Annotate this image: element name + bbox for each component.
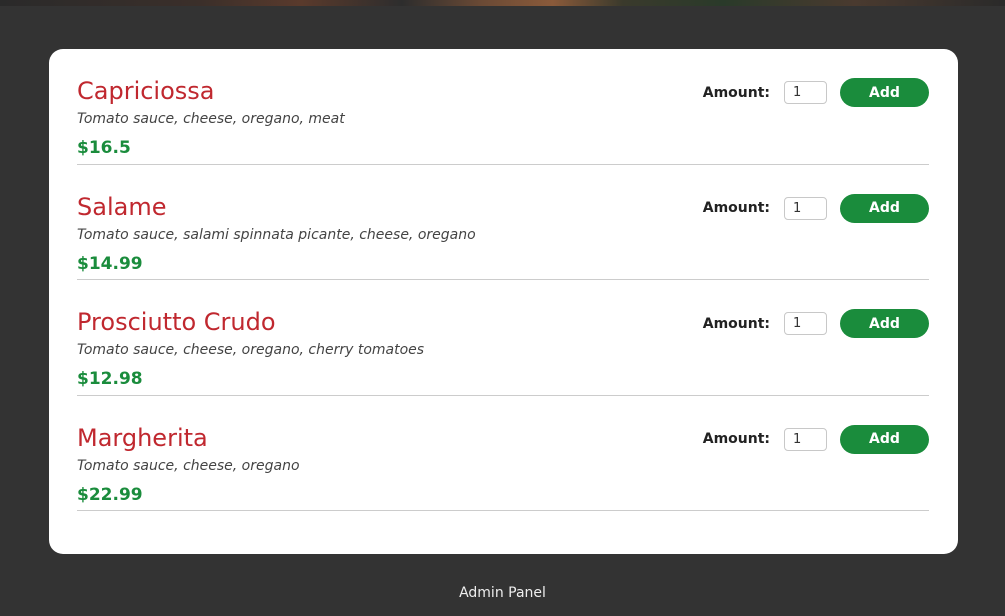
meal-description: Tomato sauce, cheese, oregano <box>77 457 300 474</box>
amount-input[interactable] <box>784 196 827 220</box>
meal-price: $14.99 <box>77 253 143 274</box>
amount-label: Amount: <box>702 84 770 101</box>
meal-description: Tomato sauce, cheese, oregano, cherry to… <box>77 342 425 358</box>
meal-item: Margherita Tomato sauce, cheese, oregano… <box>77 396 929 511</box>
meal-name: Margherita <box>77 423 208 452</box>
admin-panel-link[interactable]: Admin Panel <box>0 583 1005 603</box>
meal-name: Salame <box>77 192 167 221</box>
meal-item: Salame Tomato sauce, salami spinnata pic… <box>77 165 929 280</box>
meal-price: $12.98 <box>77 369 143 389</box>
meal-add-form: Amount: Add <box>702 193 929 223</box>
meal-add-form: Amount: Add <box>703 309 929 338</box>
meals-list-card: Capriciossa Tomato sauce, cheese, oregan… <box>49 49 958 554</box>
meal-name: Prosciutto Crudo <box>77 308 276 336</box>
meal-add-form: Amount: Add <box>702 424 929 454</box>
meal-price: $16.5 <box>77 138 131 158</box>
add-button[interactable]: Add <box>840 309 929 338</box>
add-button[interactable]: Add <box>840 424 929 454</box>
meal-item: Capriciossa Tomato sauce, cheese, oregan… <box>77 49 929 165</box>
meal-price: $22.99 <box>77 484 143 505</box>
amount-input[interactable] <box>784 427 827 451</box>
meal-description: Tomato sauce, cheese, oregano, meat <box>77 111 345 127</box>
amount-label: Amount: <box>702 315 770 332</box>
amount-input[interactable] <box>784 81 827 104</box>
amount-label: Amount: <box>702 431 770 447</box>
amount-input[interactable] <box>784 312 827 335</box>
meal-add-form: Amount: Add <box>703 78 929 107</box>
meal-item: Prosciutto Crudo Tomato sauce, cheese, o… <box>77 280 929 396</box>
hero-image-strip <box>0 0 1005 6</box>
amount-label: Amount: <box>702 200 770 216</box>
add-button[interactable]: Add <box>840 78 929 107</box>
meal-description: Tomato sauce, salami spinnata picante, c… <box>77 226 476 243</box>
meal-name: Capriciossa <box>77 77 215 105</box>
add-button[interactable]: Add <box>840 193 929 223</box>
